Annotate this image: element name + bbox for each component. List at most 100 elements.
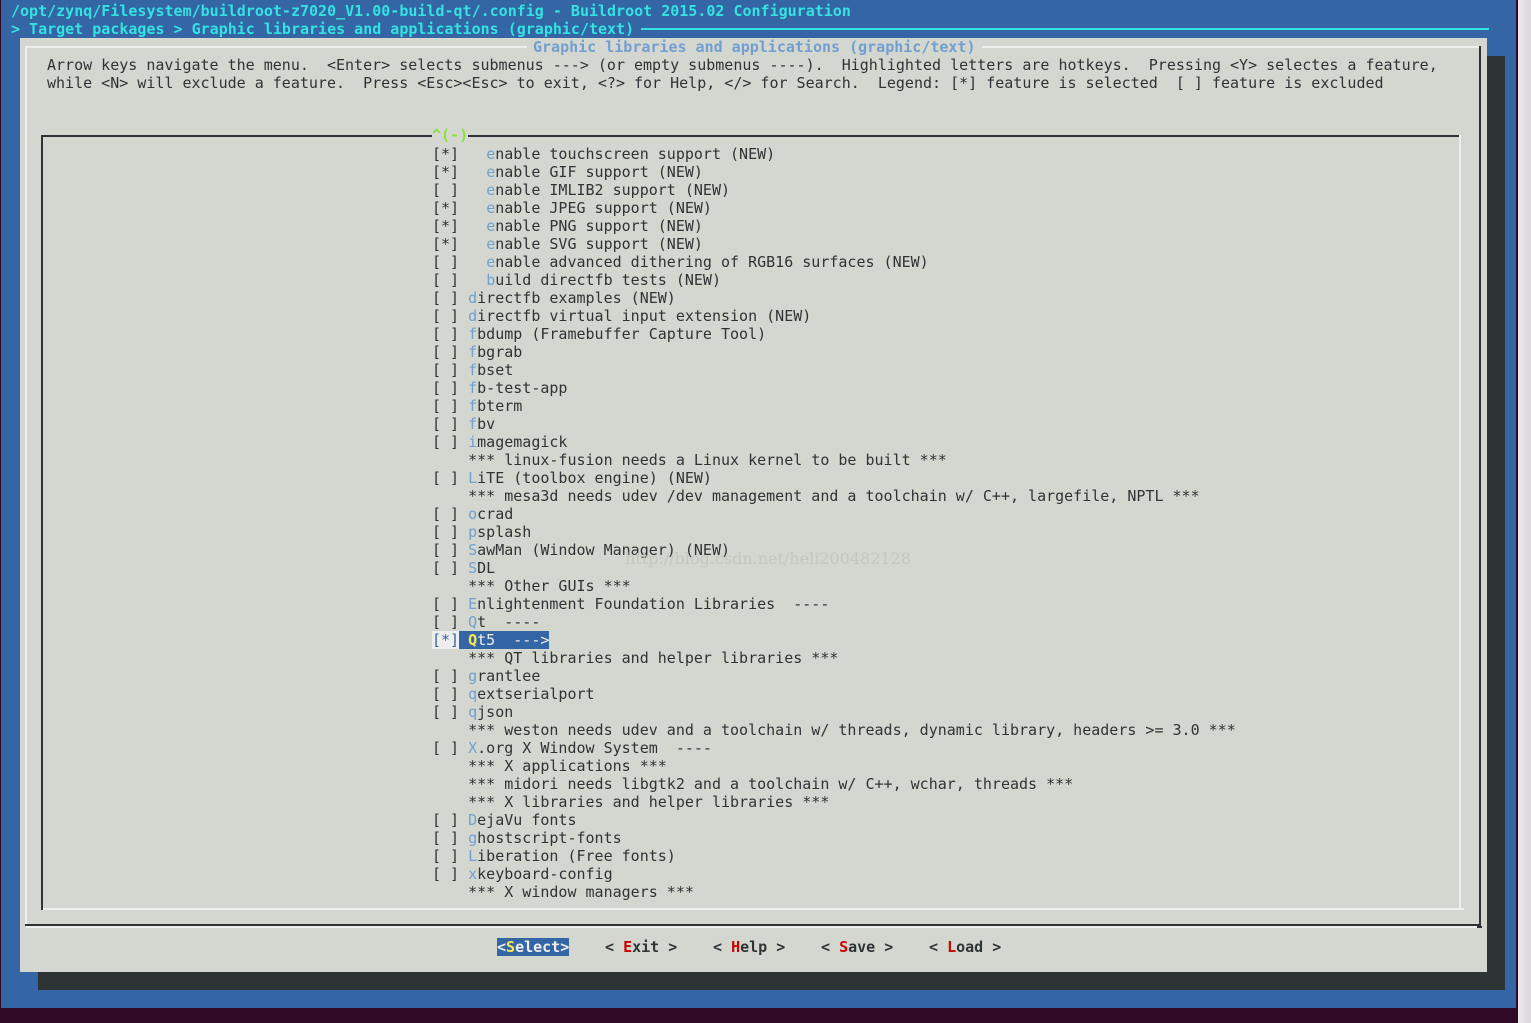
checkbox[interactable]: [*] xyxy=(432,217,459,235)
hotkey-letter: o xyxy=(468,505,478,523)
load-button[interactable]: < Load > xyxy=(929,938,1001,956)
menu-item-text: [ ] qjson xyxy=(432,703,513,721)
checkbox[interactable]: [ ] xyxy=(432,505,459,523)
menu-item-label: hostscript-fonts xyxy=(477,829,622,847)
menu-item-label: rantlee xyxy=(477,667,541,685)
menu-item-text: [ ] fbv xyxy=(432,415,495,433)
menu-item-text: [ ] grantlee xyxy=(432,667,540,685)
menu-item[interactable]: [ ] X.org X Window System ---- xyxy=(432,739,1236,757)
menu-item-text: [ ] psplash xyxy=(432,523,531,541)
checkbox[interactable]: [ ] xyxy=(432,433,459,451)
menu-item[interactable]: [*] enable JPEG support (NEW) xyxy=(432,199,1236,217)
checkbox[interactable]: [*] xyxy=(432,631,460,649)
checkbox[interactable]: [ ] xyxy=(432,559,459,577)
menu-item[interactable]: [ ] qextserialport xyxy=(432,685,1236,703)
checkbox[interactable]: [*] xyxy=(432,145,459,163)
checkbox[interactable]: [ ] xyxy=(432,469,459,487)
checkbox[interactable]: [ ] xyxy=(432,253,459,271)
checkbox[interactable]: [ ] xyxy=(432,325,459,343)
checkbox[interactable]: [ ] xyxy=(432,397,459,415)
menu-item[interactable]: [ ] SawMan (Window Manager) (NEW) xyxy=(432,541,1236,559)
menu-comment: *** X applications *** xyxy=(432,757,1236,775)
checkbox[interactable]: [*] xyxy=(432,163,459,181)
menu-item[interactable]: [*] enable touchscreen support (NEW) xyxy=(432,145,1236,163)
menu-item[interactable]: [ ] enable advanced dithering of RGB16 s… xyxy=(432,253,1236,271)
menu-item[interactable]: [ ] LiTE (toolbox engine) (NEW) xyxy=(432,469,1236,487)
checkbox[interactable]: [ ] xyxy=(432,865,459,883)
menu-item[interactable]: [*] enable GIF support (NEW) xyxy=(432,163,1236,181)
help-button[interactable]: < Help > xyxy=(713,938,785,956)
menu-item[interactable]: [ ] DejaVu fonts xyxy=(432,811,1236,829)
exit-button[interactable]: < Exit > xyxy=(605,938,677,956)
menu-item-label: nable advanced dithering of RGB16 surfac… xyxy=(495,253,929,271)
button-bracket: > xyxy=(875,938,894,956)
menu-item-label: nable PNG support (NEW) xyxy=(495,217,703,235)
checkbox[interactable]: [ ] xyxy=(432,847,459,865)
menu-item[interactable]: [ ] directfb virtual input extension (NE… xyxy=(432,307,1236,325)
button-label: ave xyxy=(848,938,876,956)
checkbox[interactable]: [ ] xyxy=(432,595,459,613)
menu-item-label: *** QT libraries and helper libraries **… xyxy=(468,649,839,667)
menu-item[interactable]: [ ] fbterm xyxy=(432,397,1236,415)
checkbox[interactable]: [ ] xyxy=(432,613,459,631)
checkbox[interactable]: [ ] xyxy=(432,811,459,829)
menu-comment: *** X window managers *** xyxy=(432,883,1236,901)
menu-item[interactable]: [ ] imagemagick xyxy=(432,433,1236,451)
menu-item-text: *** weston needs udev and a toolchain w/… xyxy=(432,721,1236,739)
menu-item-text: [ ] DejaVu fonts xyxy=(432,811,577,829)
save-button[interactable]: < Save > xyxy=(821,938,893,956)
menu-item[interactable]: [ ] enable IMLIB2 support (NEW) xyxy=(432,181,1236,199)
checkbox[interactable]: [ ] xyxy=(432,379,459,397)
checkbox[interactable]: [*] xyxy=(432,199,459,217)
checkbox[interactable]: [ ] xyxy=(432,271,459,289)
checkbox[interactable]: [ ] xyxy=(432,703,459,721)
menu-item[interactable]: [ ] ocrad xyxy=(432,505,1236,523)
menu-item[interactable]: [ ] ghostscript-fonts xyxy=(432,829,1236,847)
menu-item-text: [ ] Enlightenment Foundation Libraries -… xyxy=(432,595,829,613)
checkbox[interactable]: [ ] xyxy=(432,523,459,541)
checkbox[interactable]: [ ] xyxy=(432,541,459,559)
menu-item[interactable]: [ ] xkeyboard-config xyxy=(432,865,1236,883)
button-label: oad xyxy=(956,938,984,956)
menu-item[interactable]: [ ] directfb examples (NEW) xyxy=(432,289,1236,307)
menu-item[interactable]: [ ] psplash xyxy=(432,523,1236,541)
menu-item-label: bv xyxy=(477,415,496,433)
menu-item[interactable]: [ ] build directfb tests (NEW) xyxy=(432,271,1236,289)
checkbox[interactable]: [ ] xyxy=(432,343,459,361)
menu-item[interactable]: [ ] Qt ---- xyxy=(432,613,1236,631)
menu-item[interactable]: [ ] Enlightenment Foundation Libraries -… xyxy=(432,595,1236,613)
menu-item[interactable]: [*] enable PNG support (NEW) xyxy=(432,217,1236,235)
menu-item[interactable]: [ ] fbv xyxy=(432,415,1236,433)
checkbox[interactable]: [ ] xyxy=(432,307,459,325)
checkbox[interactable]: [ ] xyxy=(432,181,459,199)
checkbox[interactable]: [ ] xyxy=(432,829,459,847)
checkbox[interactable]: [*] xyxy=(432,235,459,253)
menu-item-text: [*] enable touchscreen support (NEW) xyxy=(432,145,775,163)
checkbox[interactable]: [ ] xyxy=(432,685,459,703)
checkbox[interactable]: [ ] xyxy=(432,289,459,307)
scroll-up-indicator[interactable]: ^(-) xyxy=(432,126,469,144)
checkbox[interactable]: [ ] xyxy=(432,361,459,379)
menu-item[interactable]: [*] enable SVG support (NEW) xyxy=(432,235,1236,253)
menu-item[interactable]: [ ] fbset xyxy=(432,361,1236,379)
menu-item[interactable]: [ ] fb-test-app xyxy=(432,379,1236,397)
checkbox[interactable]: [ ] xyxy=(432,415,459,433)
menu-item[interactable]: [ ] qjson xyxy=(432,703,1236,721)
menu-item[interactable]: [ ] fbgrab xyxy=(432,343,1236,361)
menu-item-text: [ ] directfb examples (NEW) xyxy=(432,289,676,307)
checkbox[interactable]: [ ] xyxy=(432,739,459,757)
menu-item-text: [*] enable SVG support (NEW) xyxy=(432,235,703,253)
menu-item[interactable]: [ ] SDL xyxy=(432,559,1236,577)
select-button[interactable]: <Select> xyxy=(497,938,570,956)
menu-item-text: *** linux-fusion needs a Linux kernel to… xyxy=(432,451,947,469)
menu-item[interactable]: [*] Qt5 ---> xyxy=(432,631,1236,649)
menu-item[interactable]: [ ] Liberation (Free fonts) xyxy=(432,847,1236,865)
menu-item-label: *** mesa3d needs udev /dev management an… xyxy=(468,487,1200,505)
hotkey-letter: f xyxy=(468,343,478,361)
list-border-right xyxy=(1459,135,1461,910)
menu-item[interactable]: [ ] grantlee xyxy=(432,667,1236,685)
checkbox[interactable]: [ ] xyxy=(432,667,459,685)
menu-item[interactable]: [ ] fbdump (Framebuffer Capture Tool) xyxy=(432,325,1236,343)
button-bracket: < xyxy=(605,938,624,956)
menu-item-text: [ ] SDL xyxy=(432,559,495,577)
